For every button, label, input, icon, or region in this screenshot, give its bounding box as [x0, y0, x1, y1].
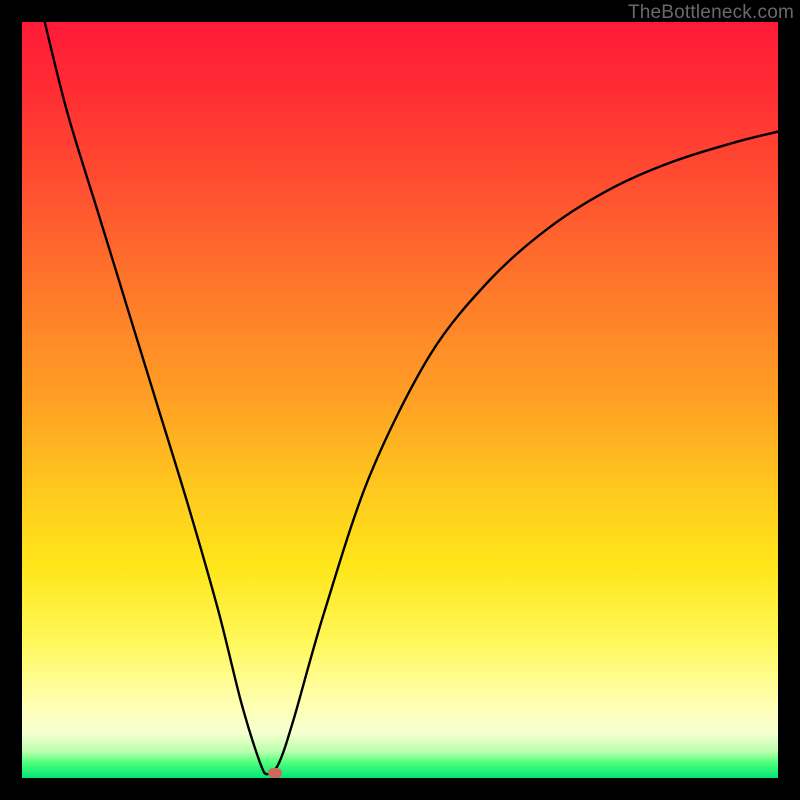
bottleneck-curve — [22, 22, 778, 778]
watermark-text: TheBottleneck.com — [628, 2, 794, 24]
chart-plot-area — [22, 22, 778, 778]
chart-frame: TheBottleneck.com — [0, 0, 800, 800]
optimal-point-marker — [268, 768, 282, 778]
